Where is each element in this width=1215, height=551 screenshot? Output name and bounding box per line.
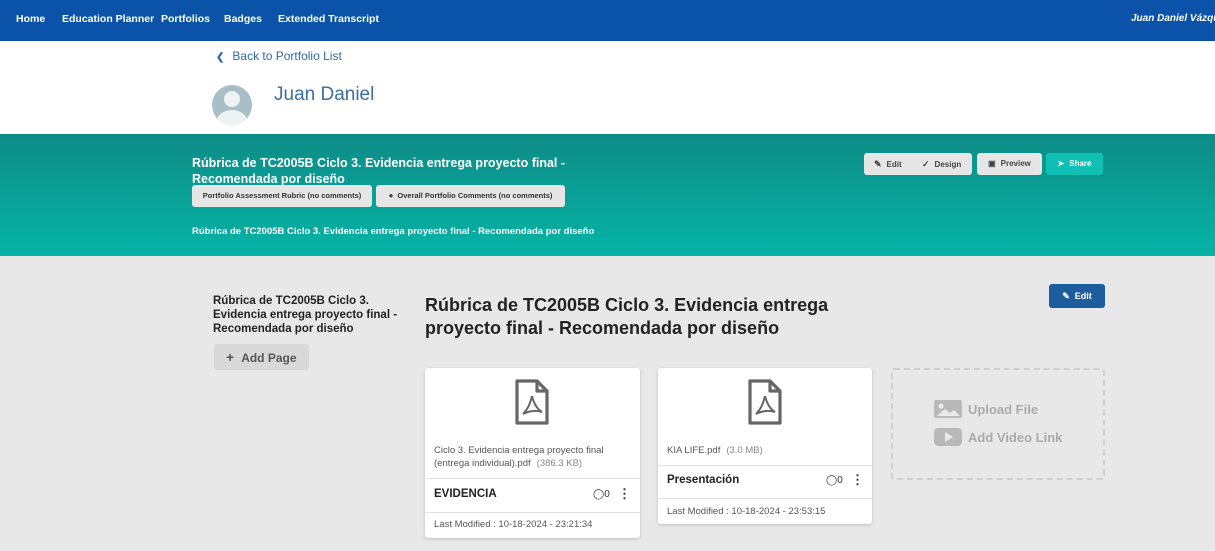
last-modified: Last Modified : 10-18-2024 - 23:53:15 — [667, 506, 826, 517]
portfolio-subtitle: Rúbrica de TC2005B Ciclo 3. Evidencia en… — [192, 226, 595, 237]
image-icon — [934, 400, 962, 418]
comment-icon: ● — [388, 191, 394, 200]
user-name: Juan Daniel — [274, 84, 375, 105]
sidebar-page-title[interactable]: Rúbrica de TC2005B Ciclo 3. Evidencia en… — [213, 294, 403, 336]
artifact-card[interactable]: Ciclo 3. Evidencia entrega proyecto fina… — [425, 368, 640, 538]
page-title: Rúbrica de TC2005B Ciclo 3. Evidencia en… — [425, 295, 829, 338]
edit-design-button-group: ✎ Edit ✓ Design — [864, 153, 972, 175]
nav-home[interactable]: Home — [16, 13, 45, 25]
banner-edit-button[interactable]: ✎ Edit — [874, 153, 902, 175]
nav-extended-transcript[interactable]: Extended Transcript — [278, 13, 379, 25]
more-options-icon[interactable]: ⋮ — [618, 486, 631, 502]
last-modified: Last Modified : 10-18-2024 - 23:21:34 — [434, 519, 593, 530]
preview-label: Preview — [1000, 159, 1031, 168]
lock-icon: ▣ — [988, 159, 996, 168]
banner-edit-label: Edit — [886, 160, 902, 169]
comment-count-value: 0 — [837, 475, 843, 486]
design-button[interactable]: ✓ Design — [922, 153, 961, 175]
file-name[interactable]: Ciclo 3. Evidencia entrega proyecto fina… — [434, 444, 631, 470]
add-page-label: Add Page — [241, 351, 297, 365]
comment-count-value: 0 — [604, 489, 610, 500]
portfolio-title: Rúbrica de TC2005B Ciclo 3. Evidencia en… — [192, 156, 566, 186]
upload-file-label: Upload File — [968, 401, 1039, 417]
portfolio-banner: Rúbrica de TC2005B Ciclo 3. Evidencia en… — [0, 134, 1215, 256]
artifact-name: Presentación — [667, 474, 740, 486]
file-name-text: KIA LIFE.pdf — [667, 445, 721, 456]
comment-icon: ◯ — [826, 475, 838, 486]
assessment-rubric-label: Portfolio Assessment Rubric (no comments… — [202, 191, 362, 200]
upload-dropzone[interactable]: Upload File Add Video Link — [891, 368, 1105, 480]
pencil-icon: ✎ — [1062, 291, 1070, 301]
avatar — [212, 85, 252, 125]
pdf-document-icon — [515, 379, 549, 425]
add-video-link-button[interactable]: Add Video Link — [933, 427, 1062, 449]
back-link-label: Back to Portfolio List — [232, 49, 342, 63]
chevron-left-icon: ❮ — [216, 52, 225, 63]
artifact-name: EVIDENCIA — [434, 488, 497, 500]
file-size: (386.3 KB) — [536, 458, 583, 469]
pdf-document-icon — [748, 379, 782, 425]
comment-count[interactable]: ◯0 — [593, 489, 610, 500]
design-label: Design — [934, 160, 962, 169]
plus-icon: + — [226, 349, 235, 365]
pencil-icon: ✎ — [874, 159, 882, 169]
upload-file-button[interactable]: Upload File — [933, 399, 1038, 421]
artifact-card[interactable]: KIA LIFE.pdf (3.0 MB) Presentación ◯0 ⋮ L… — [658, 368, 872, 524]
share-label: Share — [1069, 159, 1092, 168]
file-size: (3.0 MB) — [726, 445, 763, 456]
add-page-button[interactable]: + Add Page — [214, 344, 309, 370]
overall-comments-button[interactable]: ● Overall Portfolio Comments (no comments… — [376, 185, 565, 207]
top-navigation-bar: Home Education Planner Portfolios Badges… — [0, 0, 1215, 41]
assessment-rubric-button[interactable]: Portfolio Assessment Rubric (no comments… — [192, 185, 372, 207]
nav-education-planner[interactable]: Education Planner — [62, 13, 154, 25]
video-play-icon — [934, 428, 962, 446]
nav-badges[interactable]: Badges — [224, 13, 262, 25]
brush-icon: ✓ — [922, 159, 930, 169]
back-to-portfolio-list-link[interactable]: ❮ Back to Portfolio List — [216, 49, 342, 63]
user-menu[interactable]: Juan Daniel Vázqu — [1131, 13, 1215, 24]
nav-portfolios[interactable]: Portfolios — [161, 13, 210, 25]
page-edit-button[interactable]: ✎ Edit — [1049, 284, 1105, 308]
page-edit-label: Edit — [1074, 291, 1092, 301]
overall-comments-label: Overall Portfolio Comments (no comments) — [397, 191, 553, 200]
comment-count[interactable]: ◯0 — [826, 475, 843, 486]
comment-icon: ◯ — [593, 489, 605, 500]
share-button[interactable]: ➤ Share — [1046, 153, 1103, 175]
more-options-icon[interactable]: ⋮ — [851, 472, 864, 488]
share-icon: ➤ — [1057, 159, 1065, 168]
portfolio-header: ❮ Back to Portfolio List Juan Daniel — [0, 41, 1215, 134]
add-video-link-label: Add Video Link — [968, 429, 1063, 445]
preview-button[interactable]: ▣ Preview — [977, 153, 1042, 175]
file-name[interactable]: KIA LIFE.pdf (3.0 MB) — [667, 444, 864, 457]
